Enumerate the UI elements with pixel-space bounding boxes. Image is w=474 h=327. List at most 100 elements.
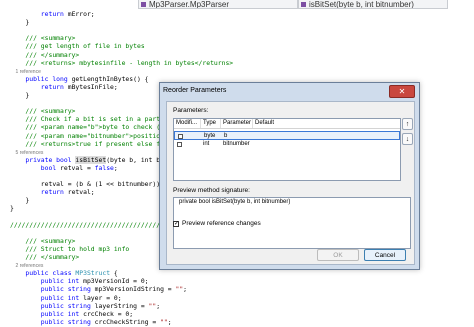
code-token: public int	[40, 277, 80, 286]
code-token: public string	[40, 285, 91, 294]
code-token: /// </summary>	[10, 50, 80, 59]
code-token: public string	[40, 301, 91, 310]
code-line: }	[10, 18, 29, 27]
code-token: ;	[167, 317, 172, 326]
code-token: retval =	[56, 163, 95, 172]
parameter-row[interactable]: byte b	[174, 131, 400, 140]
code-token: }	[10, 196, 30, 205]
code-token: /// Check if a bit is set in a particula	[10, 115, 180, 124]
code-token: bool	[40, 163, 57, 172]
move-down-icon[interactable]: ↓	[402, 133, 413, 145]
code-token: public int	[40, 309, 80, 318]
member-dropdown[interactable]: isBitSet(byte b, int bitnumber)	[298, 0, 448, 9]
column-parameter[interactable]: Parameter	[221, 119, 253, 128]
code-token: /// get length of file in bytes	[10, 42, 145, 51]
row-parameter: b	[224, 133, 228, 139]
code-token: mp3VersionIdString =	[90, 285, 176, 294]
code-line: }	[10, 91, 29, 100]
code-token: }	[10, 18, 30, 27]
code-token: retval;	[63, 188, 95, 197]
code-token: ""	[160, 317, 168, 326]
codelens-reference[interactable]: 2 references	[10, 263, 44, 269]
code-token: /// </summary>	[10, 253, 80, 261]
row-checkbox[interactable]	[177, 142, 182, 147]
code-token: }	[10, 91, 30, 99]
method-icon	[301, 2, 306, 7]
code-token: mp3VersionId = 0;	[79, 277, 149, 286]
type-dropdown[interactable]: Mp3Parser.Mp3Parser	[138, 0, 298, 9]
row-checkbox[interactable]	[178, 134, 183, 139]
code-token: retval = (b & (1 << bitnumber)) != 0	[10, 180, 180, 189]
code-token: return	[40, 10, 64, 18]
move-up-icon[interactable]: ↑	[402, 118, 413, 130]
column-type[interactable]: Type	[201, 119, 221, 128]
code-token: /// <summary>	[10, 107, 76, 116]
code-token: /// Struct to hold mp3 info	[10, 244, 130, 253]
editor-navigation-bar: Mp3Parser.Mp3Parser isBitSet(byte b, int…	[0, 0, 474, 10]
dialog-body: Parameters: Modifi... Type Parameter Def…	[166, 101, 415, 265]
code-token: layer = 0;	[79, 293, 122, 302]
close-icon[interactable]: ✕	[389, 85, 415, 98]
preview-changes-checkbox[interactable]	[173, 220, 179, 227]
code-token: private bool	[25, 155, 72, 164]
code-token: /// <summary>	[10, 34, 76, 43]
row-type: byte	[204, 133, 216, 139]
ok-button[interactable]: OK	[317, 249, 359, 261]
parameters-label: Parameters:	[173, 107, 209, 114]
code-line: public string crcCheckString = "";	[10, 318, 172, 327]
code-token: return	[40, 188, 64, 197]
code-token: public class	[25, 269, 72, 278]
code-token: false	[94, 163, 114, 172]
code-token: return	[40, 82, 64, 91]
member-dropdown-label: isBitSet(byte b, int bitnumber)	[309, 0, 414, 9]
code-token: isBitSet	[75, 155, 107, 164]
codelens-reference[interactable]: 1 reference	[10, 69, 41, 75]
preview-changes-label[interactable]: Preview reference changes	[182, 220, 261, 227]
code-line: /// <returns> mbytesinfile - length in b…	[10, 59, 233, 68]
code-token: public string	[40, 317, 91, 326]
code-token: MP3Struct	[75, 269, 111, 278]
code-token: /// <returns>true if present else false<	[10, 139, 180, 148]
code-token: /// <param name="bitnumber">position (0-	[10, 131, 180, 140]
row-parameter: bitnumber	[223, 141, 250, 147]
parameters-grid[interactable]: Modifi... Type Parameter Default byte b …	[173, 118, 401, 181]
code-token: ;	[183, 285, 188, 294]
code-token: mError;	[63, 10, 95, 18]
code-line: }	[10, 204, 14, 213]
grid-header: Modifi... Type Parameter Default	[174, 119, 400, 129]
signature-text: private bool isBitSet(byte b, int bitnum…	[179, 199, 291, 205]
code-token: layerString =	[90, 301, 149, 310]
code-token: mBytesInFile;	[63, 82, 118, 91]
column-default[interactable]: Default	[253, 119, 293, 128]
type-dropdown-label: Mp3Parser.Mp3Parser	[149, 0, 230, 9]
code-line: bool retval = false;	[10, 164, 118, 173]
column-modifier[interactable]: Modifi...	[174, 119, 201, 128]
codelens-reference[interactable]: 5 references	[10, 150, 44, 156]
cancel-button[interactable]: Cancel	[364, 249, 406, 261]
code-token: crcCheck = 0;	[79, 309, 134, 318]
code-token: public int	[40, 293, 80, 302]
reorder-parameters-dialog: Reorder Parameters ✕ Parameters: Modifi.…	[159, 82, 420, 270]
row-type: int	[203, 141, 210, 147]
parameter-row[interactable]: int bitnumber	[174, 140, 400, 149]
code-token: public long	[25, 74, 68, 83]
code-token: ;	[156, 301, 161, 310]
code-token: crcCheckString =	[90, 317, 161, 326]
preview-label: Preview method signature:	[173, 187, 250, 194]
code-token: /// <summary>	[10, 236, 76, 245]
code-token: ;	[113, 163, 118, 172]
code-token: {	[110, 269, 118, 278]
